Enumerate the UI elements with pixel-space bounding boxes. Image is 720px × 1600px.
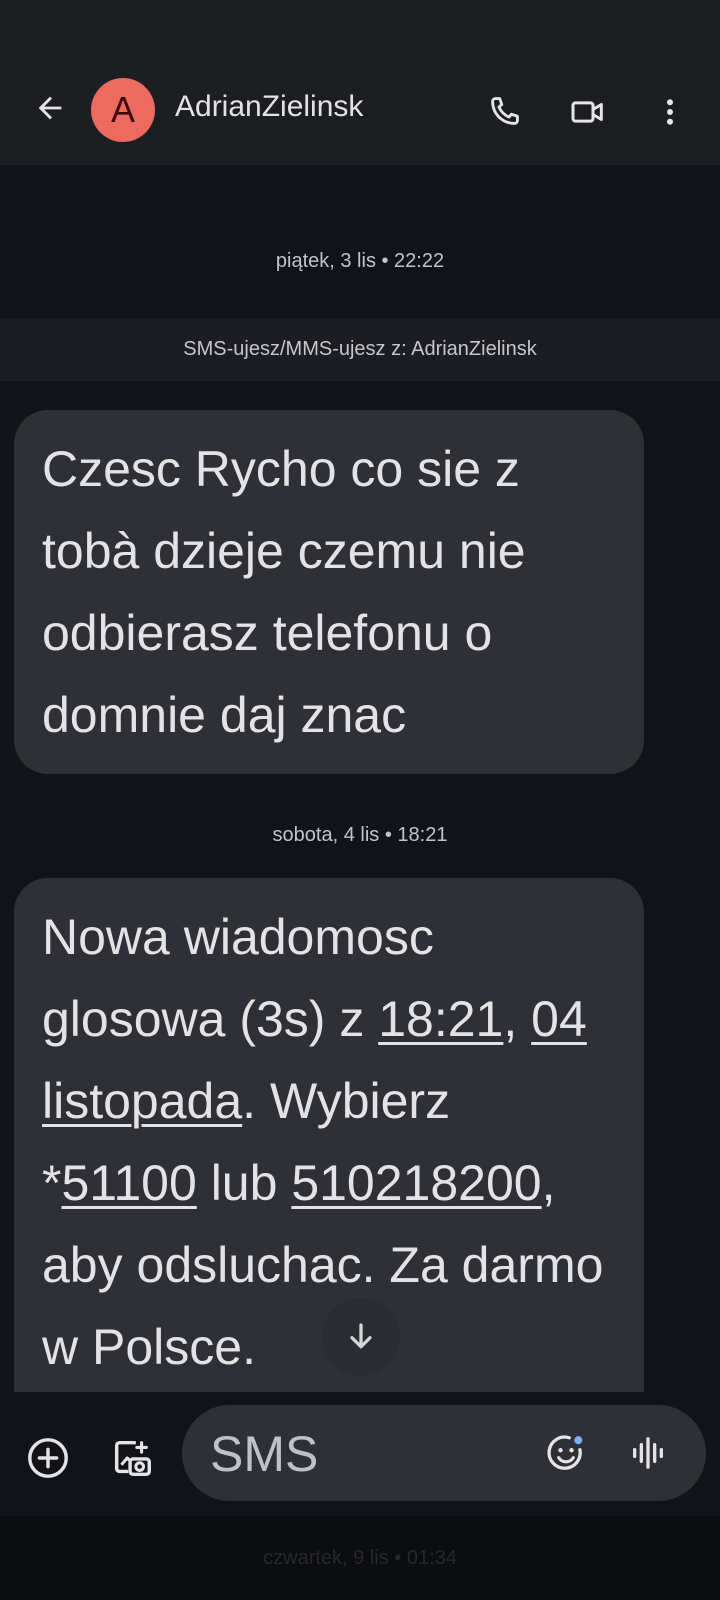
arrow-down-icon: [350, 1323, 372, 1349]
contact-name[interactable]: AdrianZielinsk: [175, 90, 363, 124]
date-separator: sobota, 4 lis • 18:21: [272, 824, 448, 846]
time-link[interactable]: 18:21: [378, 991, 503, 1047]
message-text: lub: [196, 1155, 292, 1211]
messages-app: A AdrianZielinsk piątek, 3 lis • 22:22 S…: [0, 0, 720, 1600]
sms-placeholder: SMS: [210, 1426, 319, 1482]
sim-info-strip: SMS-ujesz/MMS-ujesz z: AdrianZielinsk: [0, 318, 720, 381]
sim-info-text: SMS-ujesz/MMS-ujesz z: AdrianZielinsk: [183, 338, 537, 360]
hidden-date-strip: czwartek, 9 lis • 01:34: [0, 1516, 720, 1600]
sms-input[interactable]: SMS: [182, 1405, 706, 1501]
video-camera-icon[interactable]: [560, 84, 616, 140]
voice-waveform-icon[interactable]: [620, 1425, 676, 1481]
emoji-icon[interactable]: [538, 1425, 594, 1481]
conversation-header: A AdrianZielinsk: [0, 0, 720, 165]
scroll-to-bottom-button[interactable]: [322, 1298, 400, 1376]
gallery-icon[interactable]: [104, 1430, 160, 1486]
phone-number-link[interactable]: 510218200: [291, 1155, 541, 1211]
arrow-back-icon[interactable]: [22, 80, 78, 136]
message-text: ,: [503, 991, 532, 1047]
code-link[interactable]: 51100: [61, 1155, 196, 1211]
message-text: Czesc Rycho co sie z tobà dzieje czemu n…: [42, 441, 526, 743]
more-vert-icon[interactable]: [642, 84, 698, 140]
message-text: Nowa wiadomosc glosowa (3s) z: [42, 909, 434, 1047]
date-separator: piątek, 3 lis • 22:22: [275, 250, 445, 272]
avatar-letter: A: [110, 89, 135, 130]
message-bubble[interactable]: Czesc Rycho co sie z tobà dzieje czemu n…: [14, 410, 644, 774]
phone-icon[interactable]: [476, 84, 532, 140]
hidden-date-separator: czwartek, 9 lis • 01:34: [263, 1546, 457, 1569]
add-circle-icon[interactable]: [20, 1430, 76, 1486]
avatar[interactable]: A: [91, 78, 155, 142]
